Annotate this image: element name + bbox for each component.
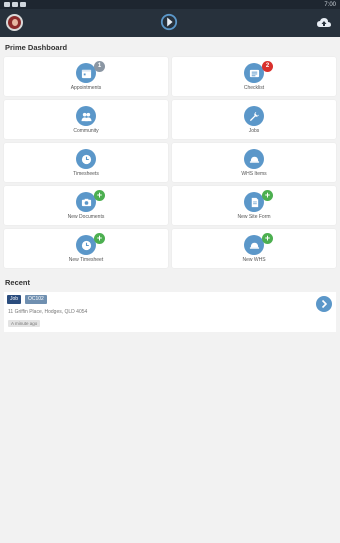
dashboard-grid: 1 Appointments 2 Checklist Community Job… [4,57,336,268]
count-badge: 2 [262,61,273,72]
tile-label: New Site Form [237,214,271,220]
tile-label: Timesheets [73,171,99,177]
tile-appointments[interactable]: 1 Appointments [4,57,168,96]
clock-icon [76,235,96,255]
app-bar [0,9,340,37]
hardhat-icon [244,149,264,169]
add-badge: + [94,190,105,201]
tile-label: Appointments [70,85,102,91]
page-title: Prime Dashboard [5,43,68,52]
status-time: 7:00 [324,1,336,8]
wrench-icon [244,106,264,126]
chevron-right-icon [321,299,328,309]
reference-tag: OC102 [25,295,47,304]
recent-heading: Recent [5,278,31,287]
tile-label: Jobs [248,128,260,134]
add-badge: + [94,233,105,244]
tile-new-documents[interactable]: + New Documents [4,186,168,225]
tile-label: Checklist [243,85,265,91]
users-icon [76,106,96,126]
hardhat-icon [244,235,264,255]
tile-label: New Timesheet [68,257,104,263]
recent-time: A minute ago [8,320,41,327]
notification-icons [4,2,26,7]
camera-icon [76,192,96,212]
tile-jobs[interactable]: Jobs [172,100,336,139]
tile-label: Community [73,128,99,134]
clock-icon [76,149,96,169]
recent-item[interactable]: Job OC102 11 Griffin Place, Hodges, QLD … [4,292,336,332]
job-tag: Job [7,295,22,304]
count-badge: 1 [94,61,105,72]
document-icon [244,192,264,212]
tile-timesheets[interactable]: Timesheets [4,143,168,182]
calendar-icon [76,63,96,83]
tile-label: New WHS [242,257,266,263]
open-button[interactable] [316,296,332,312]
recent-address: 11 Griffin Place, Hodges, QLD 4054 [8,309,88,315]
avatar[interactable] [6,14,23,31]
tile-new-site-form[interactable]: + New Site Form [172,186,336,225]
add-badge: + [262,190,273,201]
app-logo-icon [160,13,178,31]
tile-checklist[interactable]: 2 Checklist [172,57,336,96]
tile-label: WHS Items [241,171,267,177]
tile-whs-items[interactable]: WHS Items [172,143,336,182]
tile-new-whs[interactable]: + New WHS [172,229,336,268]
tile-new-timesheet[interactable]: + New Timesheet [4,229,168,268]
cloud-sync-icon[interactable] [317,17,331,28]
tile-label: New Documents [67,214,105,220]
list-icon [244,63,264,83]
tile-community[interactable]: Community [4,100,168,139]
status-bar: 7:00 [0,0,340,9]
add-badge: + [262,233,273,244]
